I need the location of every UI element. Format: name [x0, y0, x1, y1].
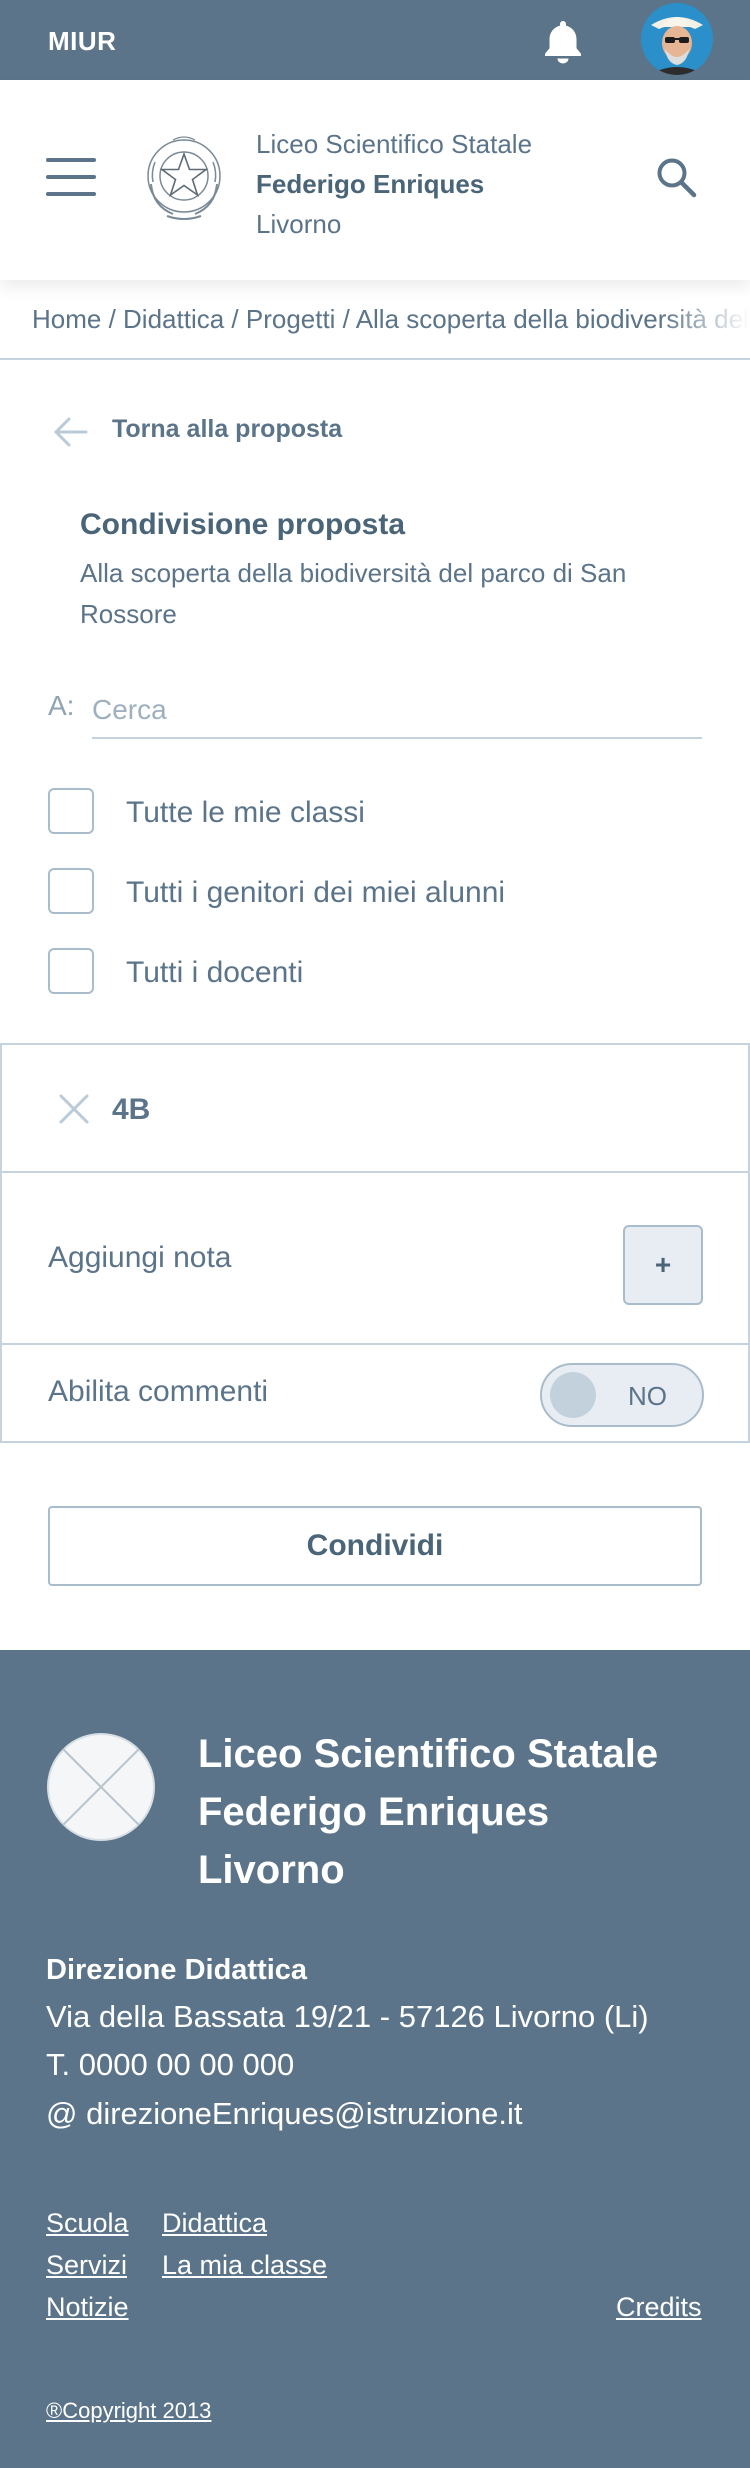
page-title: Condivisione proposta — [80, 508, 406, 541]
footer-address: Via della Bassata 19/21 - 57126 Livorno … — [46, 1999, 649, 2034]
selected-recipient-row: 4B — [2, 1045, 748, 1173]
hamburger-menu-icon[interactable] — [46, 158, 96, 196]
toggle-state: NO — [628, 1381, 667, 1411]
footer-school-title: Federigo Enriques — [198, 1790, 550, 1834]
school-name-block[interactable]: Liceo Scientifico Statale Federigo Enriq… — [256, 124, 532, 244]
close-icon[interactable] — [56, 1091, 92, 1127]
share-button[interactable]: Condividi — [48, 1506, 702, 1586]
share-options-panel: 4B Aggiungi nota + Abilita commenti NO — [0, 1043, 750, 1443]
school-city: Livorno — [256, 209, 342, 239]
footer-link-credits[interactable]: Credits — [616, 2292, 702, 2323]
footer-school-name: Liceo Scientifico Statale Federigo Enriq… — [198, 1725, 718, 1899]
breadcrumb: Home / Didattica / Progetti / Alla scope… — [0, 296, 750, 360]
logo-placeholder-icon — [46, 1732, 156, 1842]
footer-school-city: Livorno — [198, 1848, 345, 1892]
avatar[interactable] — [641, 3, 713, 75]
arrow-left-icon — [54, 417, 88, 447]
footer-phone: T. 0000 00 00 000 — [46, 2047, 295, 2082]
footer-copyright[interactable]: ®Copyright 2013 — [46, 2398, 211, 2424]
checkbox[interactable] — [48, 948, 94, 994]
search-icon[interactable] — [655, 156, 699, 200]
bell-icon[interactable] — [541, 18, 585, 64]
footer-direction-title: Direzione Didattica — [46, 1954, 308, 1986]
checkbox[interactable] — [48, 788, 94, 834]
school-type: Liceo Scientifico Statale — [256, 129, 533, 159]
comments-toggle[interactable]: NO — [540, 1363, 704, 1427]
school-name: Federigo Enriques — [256, 169, 485, 199]
footer-link-notizie[interactable]: Notizie — [46, 2292, 129, 2323]
breadcrumb-trail[interactable]: Home / Didattica / Progetti / Alla scope… — [32, 304, 750, 335]
site-header: Liceo Scientifico Statale Federigo Enriq… — [0, 80, 750, 280]
checkbox[interactable] — [48, 868, 94, 914]
miur-brand[interactable]: MIUR — [48, 26, 116, 57]
footer-link-la-mia-classe[interactable]: La mia classe — [162, 2250, 327, 2281]
site-footer: Liceo Scientifico Statale Federigo Enriq… — [0, 1650, 750, 2468]
footer-school-type: Liceo Scientifico Statale — [198, 1732, 659, 1776]
checkbox-label: Tutte le mie classi — [126, 796, 365, 829]
footer-email[interactable]: @ direzioneEnriques@istruzione.it — [46, 2096, 523, 2132]
footer-link-didattica[interactable]: Didattica — [162, 2208, 267, 2239]
enable-comments-label: Abilita commenti — [48, 1375, 269, 1408]
back-link-label: Torna alla proposta — [112, 415, 343, 443]
toggle-knob — [550, 1372, 596, 1418]
breadcrumb-fade — [660, 296, 750, 356]
footer-link-servizi[interactable]: Servizi — [46, 2250, 127, 2281]
add-note-button[interactable]: + — [623, 1225, 703, 1305]
recipient-search-input[interactable] — [92, 683, 702, 739]
republic-emblem-icon — [143, 132, 225, 224]
checkbox-label: Tutti i docenti — [126, 956, 304, 989]
proposal-name: Alla scoperta della biodiversità del par… — [80, 558, 627, 629]
enable-comments-row: Abilita commenti NO — [2, 1345, 748, 1441]
add-note-label: Aggiungi nota — [48, 1241, 232, 1274]
selected-class-tag: 4B — [112, 1093, 151, 1126]
footer-link-scuola[interactable]: Scuola — [46, 2208, 129, 2239]
to-label: A: — [48, 690, 75, 721]
top-bar: MIUR — [0, 0, 750, 80]
add-note-row: Aggiungi nota + — [2, 1173, 748, 1345]
checkbox-label: Tutti i genitori dei miei alunni — [126, 876, 506, 909]
